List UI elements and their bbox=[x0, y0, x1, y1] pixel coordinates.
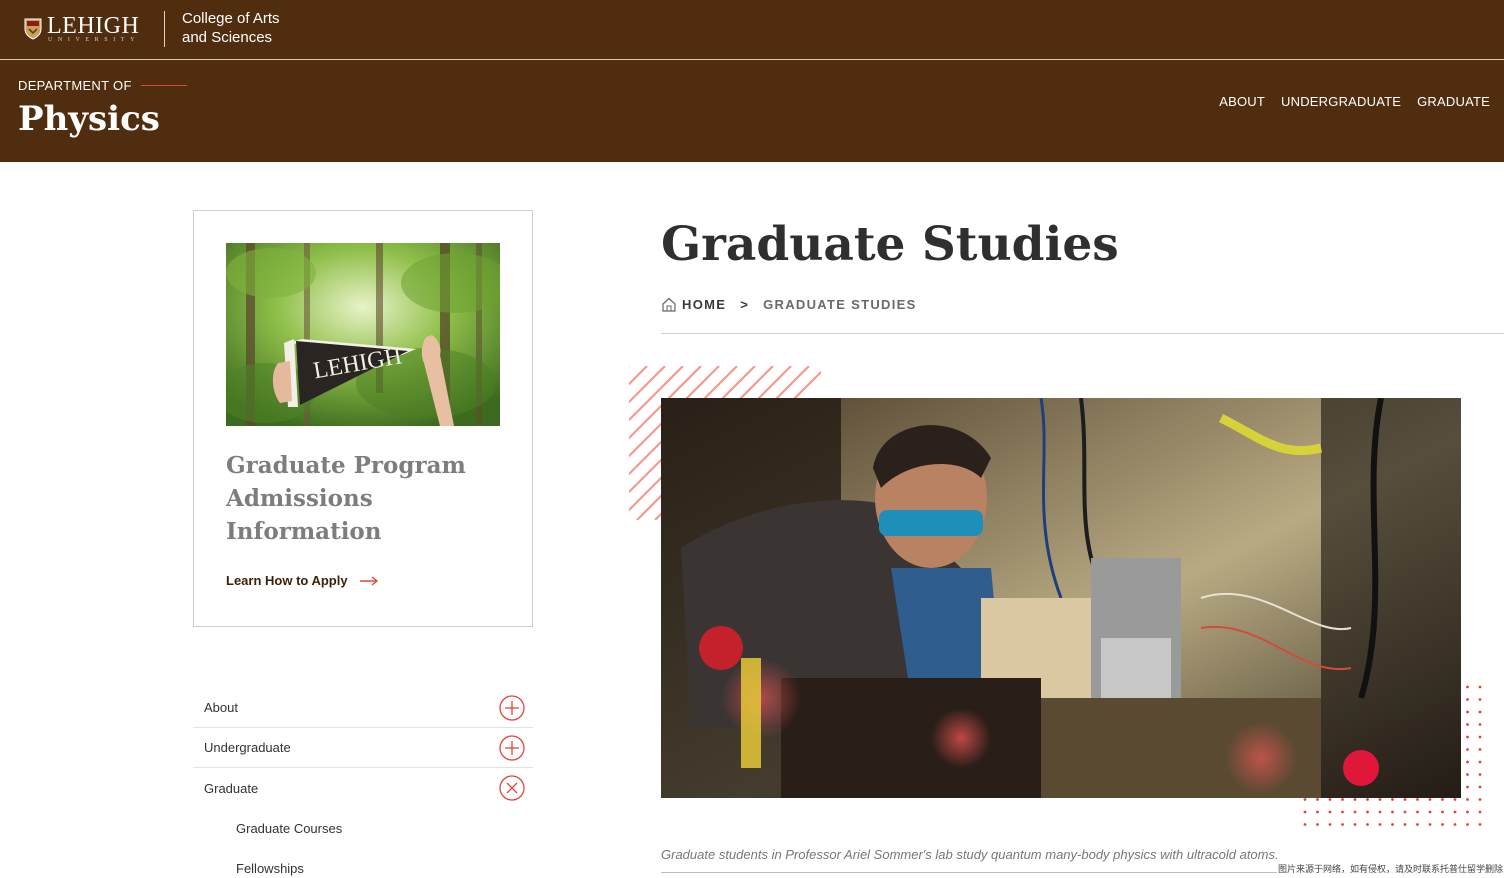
nav-graduate[interactable]: GRADUATE bbox=[1417, 94, 1490, 109]
page-title: Graduate Studies bbox=[661, 217, 1119, 272]
pennant-illustration: LEHIGH bbox=[226, 243, 500, 426]
hero-photo-illustration bbox=[661, 398, 1461, 798]
hero-caption: Graduate students in Professor Ariel Som… bbox=[661, 847, 1279, 862]
breadcrumb: HOME > GRADUATE STUDIES bbox=[662, 297, 917, 312]
lehigh-pennant-photo: LEHIGH bbox=[226, 243, 500, 426]
learn-how-to-apply-link[interactable]: Learn How to Apply bbox=[226, 573, 379, 588]
logo-wordmark: LEHIGH bbox=[47, 12, 140, 39]
logo-subtitle: UNIVERSITY bbox=[48, 36, 140, 43]
sidenav-sub-fellowships[interactable]: Fellowships bbox=[193, 848, 533, 878]
lehigh-logo[interactable]: LEHIGH UNIVERSITY bbox=[24, 14, 140, 44]
home-icon bbox=[662, 297, 676, 312]
breadcrumb-home-link[interactable]: HOME bbox=[682, 297, 726, 312]
sidenav-sub-graduate-courses[interactable]: Graduate Courses bbox=[193, 808, 533, 848]
promo-link-label: Learn How to Apply bbox=[226, 573, 348, 588]
sidenav-item-undergraduate[interactable]: Undergraduate bbox=[193, 728, 533, 768]
nav-undergraduate[interactable]: UNDERGRADUATE bbox=[1281, 94, 1401, 109]
title-divider bbox=[661, 333, 1504, 334]
close-circle-icon[interactable] bbox=[499, 775, 525, 801]
main-nav: ABOUT UNDERGRADUATE GRADUATE bbox=[1219, 94, 1490, 109]
arrow-right-icon bbox=[359, 575, 378, 586]
nav-about[interactable]: ABOUT bbox=[1219, 94, 1265, 109]
department-prefix: DEPARTMENT OF bbox=[18, 78, 132, 93]
college-line-1: College of Arts bbox=[182, 10, 280, 27]
top-bar: LEHIGH UNIVERSITY College of Arts and Sc… bbox=[0, 0, 1504, 60]
sidenav-item-label: About bbox=[204, 700, 238, 715]
admissions-promo-card: LEHIGH Graduate Program Admissions Infor… bbox=[193, 210, 533, 627]
plus-circle-icon[interactable] bbox=[499, 734, 525, 761]
department-title[interactable]: Physics bbox=[18, 98, 160, 140]
image-source-watermark: 图片来源于网络，如有侵权，请及时联系托普仕留学删除 bbox=[1276, 862, 1504, 875]
plus-circle-icon[interactable] bbox=[499, 694, 525, 721]
department-label: DEPARTMENT OF bbox=[18, 78, 187, 93]
department-accent-line bbox=[140, 85, 187, 86]
lab-researcher-photo bbox=[661, 398, 1461, 798]
sidenav-item-about[interactable]: About bbox=[193, 688, 533, 728]
logo-divider bbox=[164, 11, 165, 47]
section-side-nav: About Undergraduate Graduate Graduate Co… bbox=[193, 688, 533, 878]
sidenav-item-label: Undergraduate bbox=[204, 740, 291, 755]
promo-title: Graduate Program Admissions Information bbox=[226, 452, 466, 545]
sidenav-item-label: Graduate bbox=[204, 780, 259, 796]
site-header: LEHIGH UNIVERSITY College of Arts and Sc… bbox=[0, 0, 1504, 162]
breadcrumb-current: GRADUATE STUDIES bbox=[763, 297, 917, 312]
sidenav-item-graduate[interactable]: Graduate bbox=[193, 768, 533, 808]
breadcrumb-separator: > bbox=[740, 297, 750, 312]
college-line-2: and Sciences bbox=[182, 29, 273, 46]
college-link[interactable]: College of Arts and Sciences bbox=[182, 9, 280, 47]
lehigh-crest-icon bbox=[24, 18, 42, 40]
